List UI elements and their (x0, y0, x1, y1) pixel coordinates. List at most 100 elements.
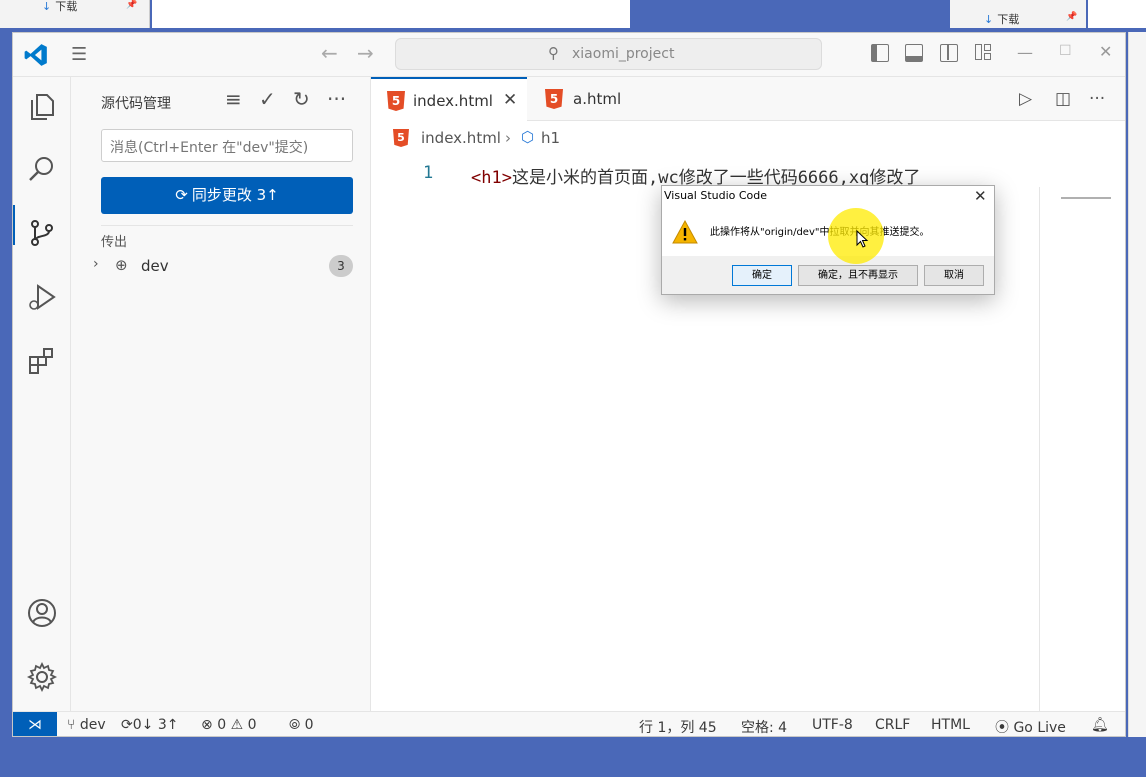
toggle-panel-icon[interactable] (905, 44, 923, 62)
commit-message-input[interactable]: 消息(Ctrl+Enter 在"dev"提交) (101, 129, 353, 162)
title-bar: ☰ ← → ⚲ xiaomi_project — ☐ ✕ (13, 33, 1125, 77)
toggle-secondary-sidebar-icon[interactable] (940, 44, 958, 62)
download-icon: ↓ (984, 13, 994, 26)
outgoing-header: 传出 (101, 235, 128, 250)
editor-area: 5 index.html ✕ 5 a.html ▷ ◫ ··· 5 index.… (371, 77, 1125, 711)
minimap-border (1039, 187, 1040, 711)
remote-icon[interactable]: ⋊ (13, 712, 57, 736)
run-file-icon[interactable]: ▷ (1019, 89, 1032, 109)
symbol-field-icon: ⬡ (521, 128, 535, 146)
cursor-position[interactable]: 行 1，列 45 (639, 717, 717, 736)
more-actions-icon[interactable]: ··· (1089, 89, 1105, 109)
sync-icon: ⟳ (175, 186, 188, 204)
outgoing-arrow-icon: ⊕ (115, 256, 128, 274)
split-editor-icon[interactable]: ◫ (1055, 89, 1071, 109)
html-file-icon: 5 (387, 91, 405, 111)
status-bar: ⋊ ⑂ dev ⟳0↓ 3↑ ⊗ 0 ⚠ 0 ⦾ 0 行 1，列 45 空格: … (13, 711, 1125, 736)
go-live-button[interactable]: ⦿ Go Live (995, 717, 1066, 736)
html-file-icon: 5 (545, 89, 563, 109)
account-icon[interactable] (26, 597, 58, 629)
view-as-list-icon[interactable]: ≡ (225, 87, 242, 111)
settings-gear-icon[interactable] (26, 661, 58, 693)
outgoing-branch-item[interactable]: › ⊕ dev 3 (93, 255, 357, 279)
indentation[interactable]: 空格: 4 (741, 717, 787, 736)
tab-a-html[interactable]: 5 a.html (527, 77, 689, 121)
commit-check-icon[interactable]: ✓ (259, 87, 276, 111)
dialog-close-icon[interactable]: ✕ (974, 187, 987, 205)
explorer-icon[interactable] (26, 91, 58, 123)
warning-icon (672, 220, 698, 244)
breadcrumb-separator-icon: › (505, 129, 511, 147)
background-download-item-right: ↓ 下载 (984, 13, 1020, 26)
ok-dont-show-again-button[interactable]: 确定，且不再显示 (798, 265, 918, 286)
breadcrumb-file[interactable]: index.html (421, 129, 501, 147)
branch-icon: ⑂ (67, 717, 76, 733)
customize-layout-icon[interactable] (975, 44, 993, 62)
dialog-footer: 确定 确定，且不再显示 取消 (662, 256, 994, 294)
vscode-window: ☰ ← → ⚲ xiaomi_project — ☐ ✕ 源代码管理 ≡ ✓ ↻… (12, 32, 1126, 737)
dialog-message: 此操作将从"origin/dev"中拉取并向其推送提交。 (710, 227, 930, 238)
code-line[interactable]: 1 <h1>这是小米的首页面,wc修改了一些代码6666,xq修改了 (371, 161, 1051, 188)
extensions-icon[interactable] (26, 345, 58, 377)
sidebar-title: 源代码管理 (101, 96, 171, 112)
html-file-icon: 5 (393, 129, 409, 147)
close-window-icon[interactable]: ✕ (1099, 42, 1112, 61)
notifications-bell-icon[interactable]: 🔔︎ (1091, 717, 1109, 733)
sync-changes-label: 同步更改 3↑ (191, 186, 279, 204)
broadcast-icon: ⦿ (995, 720, 1009, 736)
sync-changes-button[interactable]: ⟳ 同步更改 3↑ (101, 177, 353, 214)
background-download-item: ↓ 下载 (42, 0, 78, 13)
background-window-middle (152, 0, 630, 28)
mouse-cursor-icon (856, 230, 869, 248)
background-window-left: ↓ 下载 📌 (0, 0, 150, 28)
line-ending[interactable]: CRLF (875, 717, 910, 733)
problems-status[interactable]: ⊗ 0 ⚠ 0 (201, 717, 257, 733)
search-text: xiaomi_project (572, 46, 675, 62)
tab-index-html[interactable]: 5 index.html ✕ (371, 77, 527, 121)
line-number: 1 (423, 163, 434, 183)
vscode-logo-icon (24, 44, 47, 66)
language-mode[interactable]: HTML (931, 717, 970, 733)
cancel-button[interactable]: 取消 (924, 265, 984, 286)
back-arrow-icon[interactable]: ← (321, 41, 338, 65)
download-icon: ↓ (42, 0, 52, 13)
tab-label: index.html (413, 92, 493, 110)
broadcast-icon: ⦾ (289, 717, 301, 733)
background-window-strip (1128, 32, 1146, 737)
breadcrumb-symbol[interactable]: h1 (541, 129, 560, 147)
background-window-far-right (1088, 0, 1146, 28)
background-window-right: ↓ 下载 📌 (950, 0, 1086, 28)
search-icon[interactable] (26, 153, 58, 185)
close-tab-icon[interactable]: ✕ (503, 90, 517, 110)
warning-icon: ⚠ (230, 717, 244, 733)
source-control-icon[interactable] (26, 217, 58, 249)
tag-close-bracket: > (501, 168, 512, 188)
count-badge: 3 (329, 255, 353, 277)
refresh-icon[interactable]: ↻ (293, 87, 310, 111)
minimize-icon[interactable]: — (1017, 43, 1033, 62)
branch-label: dev (141, 257, 169, 275)
run-debug-icon[interactable] (26, 281, 58, 313)
ports-status[interactable]: ⦾ 0 (289, 717, 314, 733)
sync-icon: ⟳ (121, 717, 133, 733)
forward-arrow-icon[interactable]: → (357, 41, 374, 65)
branch-status[interactable]: ⑂ dev (67, 717, 106, 733)
sync-status[interactable]: ⟳0↓ 3↑ (121, 717, 178, 733)
dialog-title: Visual Studio Code (664, 189, 768, 202)
maximize-icon[interactable]: ☐ (1059, 43, 1072, 59)
command-center-search[interactable]: ⚲ xiaomi_project (395, 38, 822, 70)
minimap[interactable] (1061, 197, 1111, 199)
more-actions-icon[interactable]: ··· (327, 87, 346, 111)
pin-icon: 📌 (126, 0, 138, 10)
activity-bar (13, 77, 71, 711)
menu-icon[interactable]: ☰ (71, 44, 87, 65)
tag-name: h1 (481, 168, 502, 188)
divider (101, 225, 353, 226)
source-control-sidebar: 源代码管理 ≡ ✓ ↻ ··· 消息(Ctrl+Enter 在"dev"提交) … (71, 77, 371, 711)
ok-button[interactable]: 确定 (732, 265, 792, 286)
toggle-sidebar-icon[interactable] (871, 44, 889, 62)
tag-open-bracket: < (471, 168, 482, 188)
encoding[interactable]: UTF-8 (812, 717, 853, 733)
chevron-right-icon[interactable]: › (93, 256, 99, 272)
pin-icon: 📌 (1066, 12, 1078, 22)
